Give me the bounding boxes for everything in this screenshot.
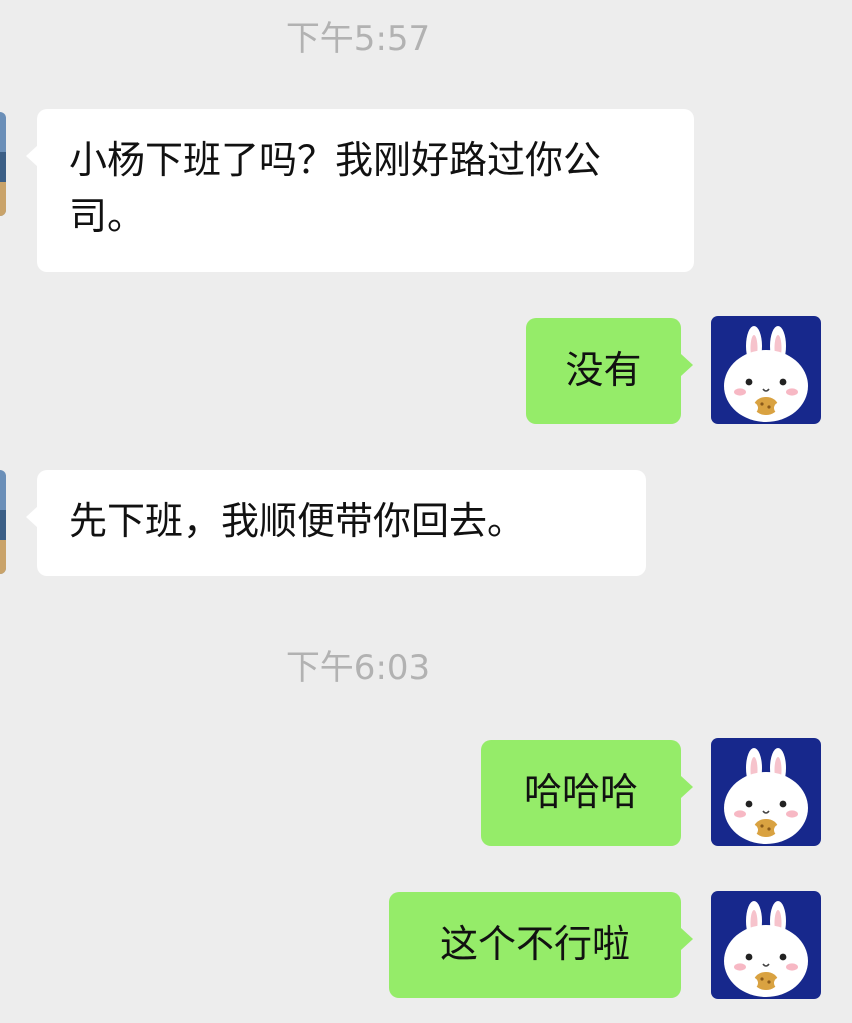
message-text: 小杨下班了吗？我刚好路过你公司。 bbox=[69, 138, 602, 238]
message-text: 先下班，我顺便带你回去。 bbox=[69, 499, 526, 543]
message-text: 哈哈哈 bbox=[523, 770, 638, 814]
message-text: 这个不行啦 bbox=[439, 922, 630, 966]
peer-avatar[interactable] bbox=[0, 470, 6, 574]
message-bubble-incoming[interactable]: 先下班，我顺便带你回去。 bbox=[26, 470, 646, 576]
peer-avatar[interactable] bbox=[0, 112, 6, 216]
message-bubble-outgoing[interactable]: 哈哈哈 bbox=[481, 740, 693, 846]
chat-timestamp: 下午5:57 bbox=[285, 19, 431, 59]
message-bubble-outgoing[interactable]: 没有 bbox=[526, 318, 693, 424]
my-avatar[interactable] bbox=[711, 891, 821, 999]
peer-photo-icon bbox=[0, 470, 6, 574]
rabbit-avatar-icon bbox=[711, 316, 821, 424]
my-avatar[interactable] bbox=[711, 316, 821, 424]
rabbit-avatar-icon bbox=[711, 891, 821, 999]
message-bubble-incoming[interactable]: 小杨下班了吗？我刚好路过你公司。 bbox=[26, 109, 694, 272]
chat-timestamp: 下午6:03 bbox=[285, 648, 431, 688]
peer-photo-icon bbox=[0, 112, 6, 216]
message-bubble-outgoing[interactable]: 这个不行啦 bbox=[389, 892, 693, 998]
rabbit-avatar-icon bbox=[711, 738, 821, 846]
my-avatar[interactable] bbox=[711, 738, 821, 846]
message-text: 没有 bbox=[565, 348, 642, 392]
